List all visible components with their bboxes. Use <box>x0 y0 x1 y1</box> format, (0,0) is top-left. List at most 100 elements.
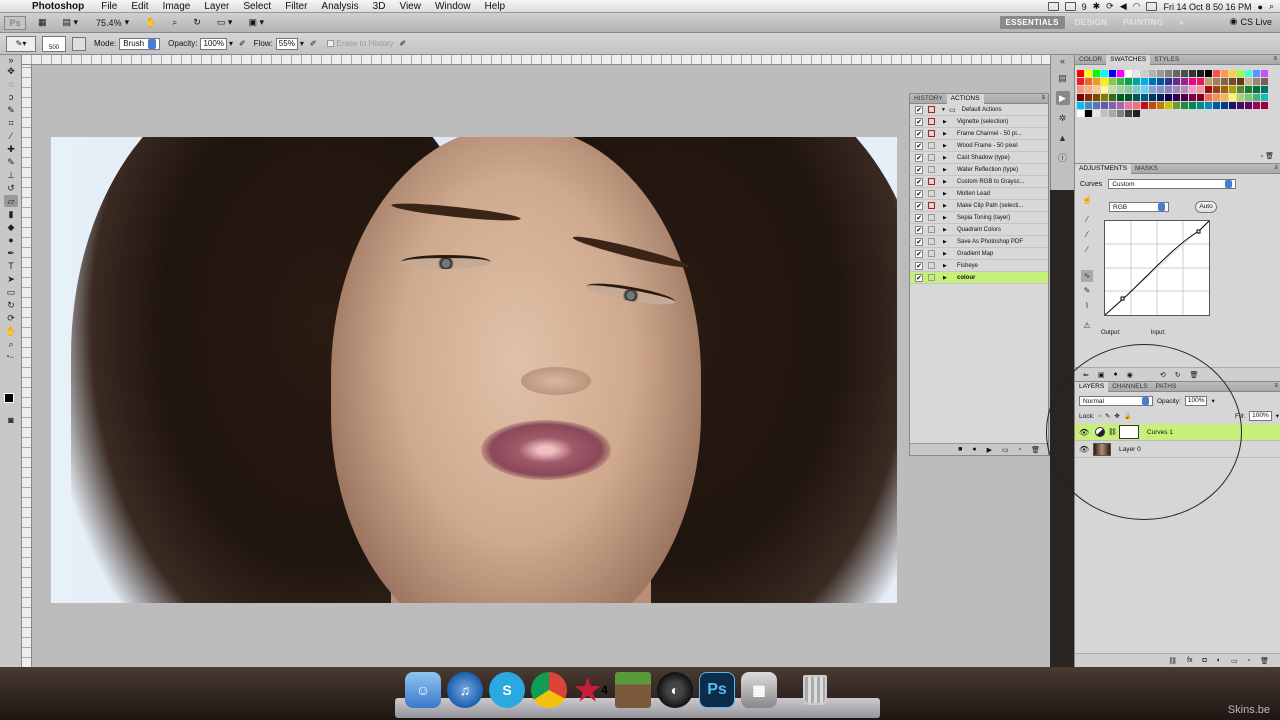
trash-icon[interactable] <box>797 672 833 708</box>
lock-pixels-icon[interactable]: ✎ <box>1105 412 1110 420</box>
color-swatch[interactable] <box>1077 94 1085 102</box>
expand-triangle-icon[interactable]: ▶ <box>943 239 951 245</box>
arrange-documents-button[interactable]: ▭ ▾ <box>213 16 237 30</box>
action-row[interactable]: ✔ ▶ Molten Lead <box>910 188 1048 200</box>
color-swatch[interactable] <box>1157 78 1165 86</box>
color-swatch[interactable] <box>1101 102 1109 110</box>
panel-collapse-icon[interactable]: » <box>4 56 18 65</box>
color-swatch[interactable] <box>1229 86 1237 94</box>
marquee-tool-icon[interactable]: ◌ <box>4 78 18 90</box>
lasso-tool-icon[interactable]: ↄ <box>4 91 18 103</box>
color-swatch[interactable] <box>1261 102 1269 110</box>
color-swatch[interactable] <box>1101 94 1109 102</box>
opacity-field[interactable]: 100% <box>200 37 227 50</box>
expand-triangle-icon[interactable]: ▶ <box>943 155 951 161</box>
chevron-down-icon[interactable]: ▾ <box>1211 397 1214 405</box>
reset-icon[interactable]: ↻ <box>1175 371 1181 379</box>
status-icon[interactable] <box>1047 2 1059 11</box>
color-swatch[interactable] <box>1117 70 1125 78</box>
color-swatch[interactable] <box>1189 70 1197 78</box>
zoom-tool-icon[interactable]: ⌕ <box>4 338 18 350</box>
white-point-eyedropper-icon[interactable]: ⁄ <box>1081 244 1093 256</box>
layer-row-curves[interactable]: 👁 ⛓ Curves 1 <box>1075 424 1280 441</box>
histogram-icon[interactable]: ▲ <box>1056 131 1070 145</box>
color-swatch[interactable] <box>1213 78 1221 86</box>
finder-icon[interactable]: ☺ <box>405 672 441 708</box>
action-row[interactable]: ✔ ▶ colour <box>910 272 1048 284</box>
hand-tool-icon[interactable]: ✋ <box>4 325 18 337</box>
color-swatch[interactable] <box>1109 102 1117 110</box>
skype-icon[interactable]: S <box>489 672 525 708</box>
color-swatch[interactable] <box>1253 94 1261 102</box>
color-swatch[interactable] <box>1109 110 1117 118</box>
stop-icon[interactable]: ■ <box>958 446 962 453</box>
color-swatch[interactable] <box>1189 102 1197 110</box>
panel-menu-icon[interactable]: ≡ <box>1274 165 1278 171</box>
zoom-level[interactable]: 75.4% ▾ <box>92 16 133 30</box>
color-swatch[interactable] <box>1197 94 1205 102</box>
color-swatch[interactable] <box>1125 110 1133 118</box>
return-to-list-icon[interactable]: ⇐ <box>1083 371 1089 379</box>
color-swatch[interactable] <box>1133 110 1141 118</box>
lock-transparency-icon[interactable]: ▫ <box>1099 413 1101 420</box>
color-swatch[interactable] <box>1237 102 1245 110</box>
curve-edit-icon[interactable]: ∿ <box>1081 270 1093 282</box>
default-colors-icon[interactable]: ▪↔ <box>4 351 18 363</box>
dialog-toggle-icon[interactable] <box>928 130 935 137</box>
blur-tool-icon[interactable]: ◆ <box>4 221 18 233</box>
warning-icon[interactable]: ⚠ <box>1081 320 1093 332</box>
bridge-button[interactable]: ▦ <box>34 16 51 30</box>
color-swatch[interactable] <box>1093 110 1101 118</box>
action-row[interactable]: ✔ ▶ Frame Channel - 50 pi... <box>910 128 1048 140</box>
color-swatch[interactable] <box>1101 70 1109 78</box>
tab-paths[interactable]: PATHS <box>1152 382 1181 392</box>
color-swatch[interactable] <box>1149 102 1157 110</box>
color-swatch[interactable] <box>1077 102 1085 110</box>
rotate-view-button[interactable]: ↻ <box>189 16 205 30</box>
chevron-down-icon[interactable]: ▾ <box>300 39 304 48</box>
flow-field[interactable]: 55% <box>275 37 298 50</box>
foreground-color-swatch[interactable] <box>4 393 14 403</box>
color-swatch[interactable] <box>1253 86 1261 94</box>
color-swatch[interactable] <box>1245 70 1253 78</box>
clone-stamp-tool-icon[interactable]: ⊥ <box>4 169 18 181</box>
move-tool-icon[interactable]: ✥ <box>4 65 18 77</box>
menu-layer[interactable]: Layer <box>197 1 236 12</box>
clone-source-icon[interactable]: ✲ <box>1056 111 1070 125</box>
actions-panel-icon[interactable]: ▶ <box>1055 91 1070 105</box>
color-swatch[interactable] <box>1173 78 1181 86</box>
delete-icon[interactable]: 🗑 <box>1260 657 1269 665</box>
status-count[interactable]: 9 <box>1082 2 1087 12</box>
check-icon[interactable]: ✔ <box>915 141 923 150</box>
menu-help[interactable]: Help <box>478 1 513 12</box>
color-swatch[interactable] <box>1141 70 1149 78</box>
menu-file[interactable]: File <box>94 1 124 12</box>
crop-tool-icon[interactable]: ⌗ <box>4 117 18 129</box>
layer-name[interactable]: Curves 1 <box>1147 429 1173 436</box>
delete-icon[interactable]: 🗑 <box>1190 371 1199 379</box>
vertical-ruler[interactable] <box>22 65 32 667</box>
color-swatch[interactable] <box>1173 70 1181 78</box>
action-row[interactable]: ✔ ▶ Quadrant Colors <box>910 224 1048 236</box>
auto-button[interactable]: Auto <box>1195 201 1217 213</box>
info-icon[interactable]: ⓘ <box>1056 151 1070 165</box>
color-swatch[interactable] <box>1125 86 1133 94</box>
visibility-icon[interactable]: ◉ <box>1127 371 1133 379</box>
layer-style-icon[interactable]: fx <box>1187 657 1192 664</box>
color-swatch[interactable] <box>1261 70 1269 78</box>
erase-to-history-checkbox[interactable]: Erase to History <box>326 39 393 48</box>
bluetooth-icon[interactable]: ✱ <box>1093 1 1101 12</box>
status-icon[interactable] <box>1064 2 1076 11</box>
action-row[interactable]: ✔ ▶ Gradient Map <box>910 248 1048 260</box>
color-swatch[interactable] <box>1165 86 1173 94</box>
fill-field[interactable]: 100% <box>1249 411 1272 421</box>
expand-triangle-icon[interactable]: ▶ <box>943 263 951 269</box>
color-swatch[interactable] <box>1077 110 1085 118</box>
color-swatch[interactable] <box>1205 86 1213 94</box>
panel-menu-icon[interactable]: ≡ <box>1041 95 1045 101</box>
play-icon[interactable]: ▶ <box>987 446 992 454</box>
color-swatch[interactable] <box>1133 94 1141 102</box>
color-swatch[interactable] <box>1197 70 1205 78</box>
layer-row-layer0[interactable]: 👁 Layer 0 <box>1075 441 1280 458</box>
color-swatch[interactable] <box>1141 102 1149 110</box>
